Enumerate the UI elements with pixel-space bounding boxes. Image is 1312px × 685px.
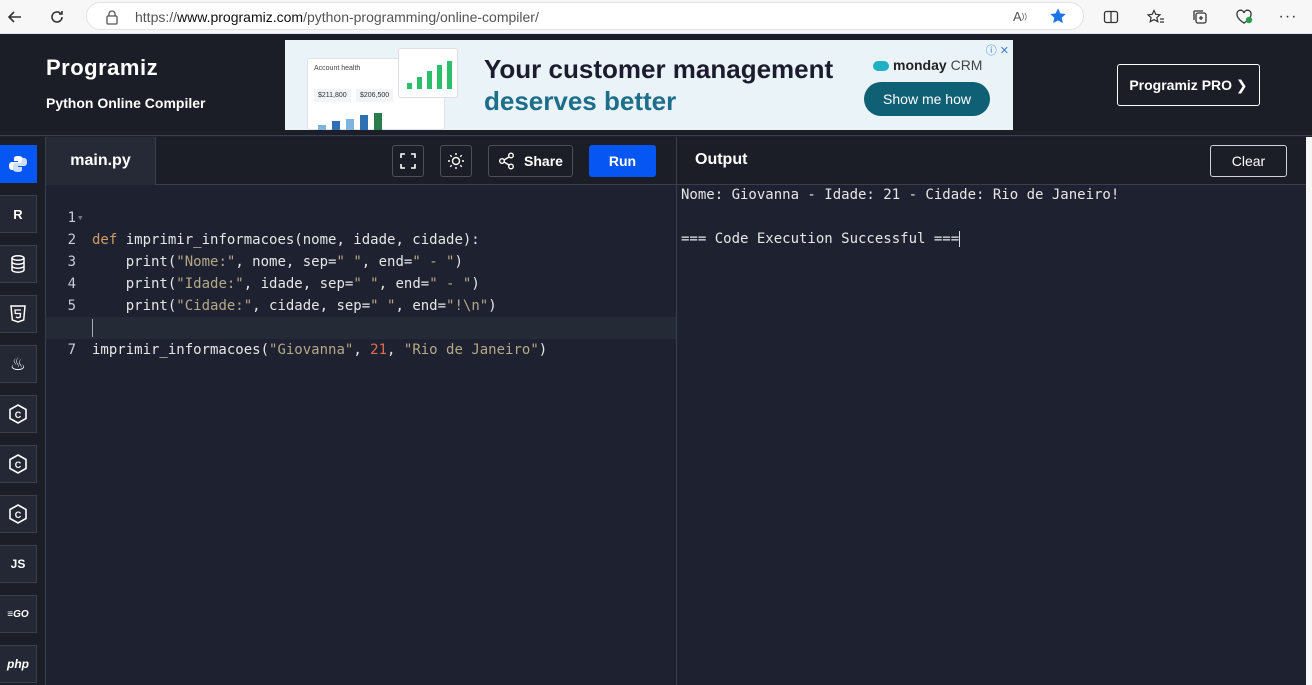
language-csharp-icon[interactable]: C: [0, 495, 37, 533]
code-line: 6 imprimir_informacoes("Giovanna", 21, "…: [68, 320, 548, 358]
browser-toolbar: https://www.programiz.com/python-program…: [0, 0, 1312, 34]
code-line-current: 7: [46, 317, 676, 358]
ad-headline: Your customer management: [484, 54, 834, 84]
code-editor[interactable]: 1 ▾ def imprimir_informacoes(nome, idade,…: [46, 185, 676, 685]
svg-text:C: C: [15, 460, 22, 470]
ad-bar-graphic: [318, 113, 382, 130]
ad-card-value-2: $206,500: [356, 89, 394, 102]
address-bar[interactable]: https://www.programiz.com/python-program…: [86, 2, 1084, 30]
more-menu-icon[interactable]: ···: [1275, 4, 1301, 30]
ad-headline-highlight: deserves better: [484, 86, 677, 116]
window-edge: [1306, 137, 1312, 685]
theme-toggle-sun-icon[interactable]: [440, 145, 472, 177]
language-c-icon[interactable]: C: [0, 395, 37, 433]
site-header: Programiz Python Online Compiler Account…: [0, 35, 1312, 136]
language-sidebar: R ♨ C C C JS ≡GO php: [0, 137, 46, 685]
ad-cta-button[interactable]: Show me how: [864, 82, 990, 116]
output-line: === Code Execution Successful ===: [681, 231, 961, 247]
language-cpp-icon[interactable]: C: [0, 445, 37, 483]
share-icon: [499, 152, 515, 170]
run-button[interactable]: Run: [589, 145, 656, 177]
clear-button[interactable]: Clear: [1210, 145, 1287, 177]
fullscreen-icon[interactable]: [392, 145, 424, 177]
ad-info-close-icon[interactable]: ⓘ ✕: [986, 42, 1009, 58]
browser-essentials-icon[interactable]: [1231, 4, 1257, 30]
ad-chart-card: [398, 48, 458, 98]
favorites-icon[interactable]: [1143, 4, 1169, 30]
output-line: Nome: Giovanna - Idade: 21 - Cidade: Rio…: [681, 187, 1120, 203]
share-label: Share: [524, 153, 563, 169]
output-cursor: [959, 231, 961, 247]
ad-card-value-1: $211,800: [314, 89, 351, 102]
url-text: https://www.programiz.com/python-program…: [135, 9, 539, 25]
code-line: 2 print("Nome:", nome, sep=" ", end=" - …: [67, 232, 463, 270]
output-title: Output: [695, 151, 748, 168]
split-screen-icon[interactable]: [1098, 4, 1124, 30]
output-toolbar: Output Clear: [677, 137, 1312, 185]
language-python-icon[interactable]: [0, 145, 37, 183]
language-php-icon[interactable]: php: [0, 645, 37, 683]
refresh-icon[interactable]: [44, 4, 70, 30]
advertisement-banner[interactable]: Account health $211,800 $206,500 Your cu…: [285, 40, 1013, 130]
ad-brand: monday CRM: [873, 57, 982, 73]
lock-icon: [106, 10, 118, 25]
programiz-pro-button[interactable]: Programiz PRO ❯: [1117, 64, 1260, 106]
svg-text:C: C: [15, 410, 22, 420]
collections-icon[interactable]: [1187, 4, 1213, 30]
share-button[interactable]: Share: [488, 145, 573, 177]
text-cursor: [92, 319, 93, 337]
code-line: 4 print("Cidade:", cidade, sep=" ", end=…: [67, 276, 497, 314]
language-javascript-icon[interactable]: JS: [0, 545, 37, 583]
ad-card-title: Account health: [314, 65, 361, 72]
code-line: 1 ▾ def imprimir_informacoes(nome, idade,…: [46, 185, 676, 248]
back-icon[interactable]: [2, 4, 28, 30]
language-html-icon[interactable]: [0, 295, 37, 333]
language-go-icon[interactable]: ≡GO: [0, 595, 37, 633]
read-aloud-icon[interactable]: A)): [1007, 3, 1033, 29]
tab-main-py[interactable]: main.py: [46, 137, 156, 185]
code-line: 3 print("Idade:", idade, sep=" ", end=" …: [67, 254, 480, 292]
language-r-icon[interactable]: R: [0, 195, 37, 233]
code-line: 5: [67, 298, 76, 314]
svg-text:C: C: [15, 510, 22, 520]
editor-toolbar: main.py Share Run: [46, 137, 676, 185]
programiz-logo[interactable]: Programiz: [46, 55, 158, 81]
language-sql-icon[interactable]: [0, 245, 37, 283]
compiler-subtitle: Python Online Compiler: [46, 95, 206, 111]
language-java-icon[interactable]: ♨: [0, 345, 37, 383]
output-console[interactable]: Nome: Giovanna - Idade: 21 - Cidade: Rio…: [677, 185, 1312, 685]
favorite-star-icon[interactable]: [1045, 3, 1071, 29]
